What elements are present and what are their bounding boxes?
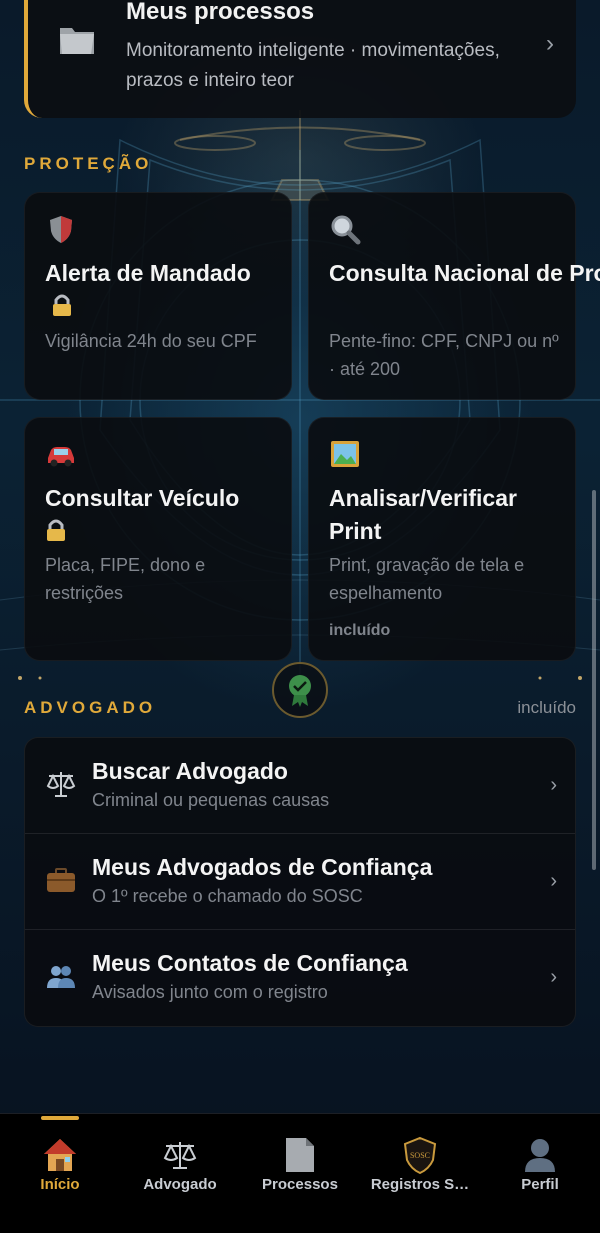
document-icon <box>286 1138 314 1172</box>
scales-icon <box>163 1142 197 1169</box>
tab-label: Perfil <box>521 1176 559 1193</box>
car-icon <box>48 447 74 467</box>
chevron-right-icon: › <box>550 966 557 988</box>
tile-verify-print[interactable]: Analisar/Verificar Print Print, gravação… <box>308 417 576 661</box>
chevron-right-icon: › <box>546 30 554 57</box>
tab-profile[interactable]: Perfil <box>480 1114 600 1233</box>
tab-label: Advogado <box>143 1176 217 1193</box>
list-item-title: Meus Contatos de Confiança <box>92 950 408 976</box>
verified-seal-icon <box>272 662 328 718</box>
picture-icon <box>331 441 359 467</box>
list-item-title: Buscar Advogado <box>92 758 288 784</box>
tile-title: Consultar Veículo <box>45 482 281 548</box>
list-item-subtitle: O 1º recebe o chamado do SOSC <box>92 886 363 906</box>
tile-subtitle: Vigilância 24h do seu CPF <box>45 331 257 351</box>
tile-title: Alerta de Mandado <box>45 257 281 323</box>
list-item-subtitle: Criminal ou pequenas causas <box>92 790 330 810</box>
folder-icon <box>60 28 94 54</box>
tile-national-process-search[interactable]: Consulta Nacional de Pro… Pente-fino: CP… <box>308 192 600 400</box>
lawyer-list: Buscar Advogado Criminal ou pequenas cau… <box>24 737 576 1027</box>
tile-subtitle: Pente-fino: CPF, CNPJ ou nº · até 200 <box>329 331 559 379</box>
list-item-title: Meus Advogados de Confiança <box>92 854 433 880</box>
tile-subtitle: Print, gravação de tela e espelhamento <box>329 555 525 603</box>
included-badge: incluído <box>329 622 391 639</box>
tab-label: Processos <box>262 1176 338 1193</box>
tile-title: Analisar/Verificar Print <box>329 485 517 544</box>
my-processes-subtitle: Monitoramento inteligente · movimentaçõe… <box>126 40 500 91</box>
scrollbar[interactable] <box>592 490 596 870</box>
sosc-badge-icon: SOSC <box>403 1136 437 1174</box>
shield-icon <box>50 216 72 243</box>
lock-icon <box>47 519 65 541</box>
list-item-trusted-contacts[interactable]: Meus Contatos de Confiança Avisados junt… <box>25 930 575 1026</box>
tab-processes[interactable]: Processos <box>240 1114 360 1233</box>
lock-icon <box>53 294 71 316</box>
people-icon <box>47 966 75 988</box>
tab-home[interactable]: Início <box>0 1114 120 1233</box>
chevron-right-icon: › <box>550 774 557 796</box>
tab-lawyer[interactable]: Advogado <box>120 1114 240 1233</box>
chevron-right-icon: › <box>550 870 557 892</box>
lawyer-section-label: ADVOGADO <box>24 698 157 717</box>
my-processes-title: Meus processos <box>126 0 315 25</box>
tile-subtitle: Placa, FIPE, dono e restrições <box>45 555 206 603</box>
list-item-find-lawyer[interactable]: Buscar Advogado Criminal ou pequenas cau… <box>25 738 575 834</box>
person-icon <box>525 1139 555 1172</box>
tile-warrant-alert[interactable]: Alerta de Mandado Vigilância 24h do seu … <box>24 192 292 400</box>
house-icon <box>44 1139 76 1171</box>
active-tab-indicator <box>41 1116 79 1120</box>
lawyer-included-label: incluído <box>517 698 576 717</box>
list-item-subtitle: Avisados junto com o registro <box>92 982 328 1002</box>
home-screen: Meus processos Monitoramento inteligente… <box>0 0 600 1233</box>
tile-vehicle-search[interactable]: Consultar Veículo Placa, FIPE, dono e re… <box>24 417 292 661</box>
my-processes-card[interactable]: Meus processos Monitoramento inteligente… <box>24 0 576 118</box>
scales-icon <box>46 772 76 797</box>
bottom-tab-bar: Início Advogado Processos SOSC Registros… <box>0 1113 600 1233</box>
tile-title: Consulta Nacional de Pro… <box>329 260 600 286</box>
briefcase-icon <box>47 868 75 892</box>
tab-label: Registros S… <box>370 1176 470 1193</box>
svg-text:SOSC: SOSC <box>410 1151 430 1160</box>
tab-sosc-records[interactable]: SOSC Registros S… <box>360 1114 480 1233</box>
tab-label: Início <box>40 1176 80 1193</box>
protection-section-label: PROTEÇÃO <box>24 154 153 173</box>
magnifier-icon <box>331 215 361 245</box>
list-item-trusted-lawyers[interactable]: Meus Advogados de Confiança O 1º recebe … <box>25 834 575 930</box>
